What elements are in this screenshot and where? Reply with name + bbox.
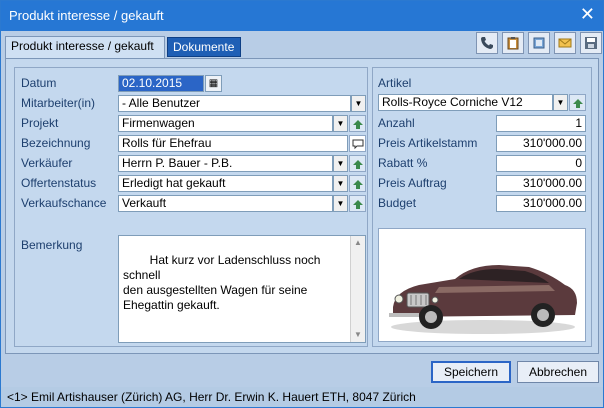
verkaeufer-label: Verkäufer — [21, 156, 73, 170]
cancel-button[interactable]: Abbrechen — [517, 361, 599, 383]
main-panel: Datum 02.10.2015 ▦ Mitarbeiter(in) - All… — [5, 58, 599, 354]
artikel-select[interactable]: Rolls-Royce Corniche V12 — [378, 94, 553, 111]
bemerkung-label: Bemerkung — [21, 238, 83, 252]
scrollbar[interactable]: ▲ ▼ — [350, 236, 365, 342]
goto-arrow-icon[interactable] — [349, 155, 366, 172]
clipboard-icon[interactable] — [502, 32, 524, 54]
mitarbeiter-label: Mitarbeiter(in) — [21, 96, 96, 110]
right-group: Artikel Rolls-Royce Corniche V12 ▼ Anzah… — [372, 67, 592, 347]
anzahl-label: Anzahl — [378, 116, 415, 130]
goto-arrow-icon[interactable] — [349, 115, 366, 132]
bezeichnung-field[interactable]: Rolls für Ehefrau — [118, 135, 348, 152]
offertenstatus-label: Offertenstatus — [21, 176, 97, 190]
rabatt-field[interactable]: 0 — [496, 155, 586, 172]
speech-bubble-icon[interactable] — [349, 135, 366, 152]
mail-icon[interactable] — [554, 32, 576, 54]
goto-arrow-icon[interactable] — [569, 94, 586, 111]
artikel-label: Artikel — [378, 76, 412, 90]
left-group: Datum 02.10.2015 ▦ Mitarbeiter(in) - All… — [14, 67, 368, 347]
dialog-window: Produkt interesse / gekauft ✕ Produkt in… — [0, 0, 604, 408]
preis-artikelstamm-label: Preis Artikelstamm — [378, 136, 478, 150]
bemerkung-text: Hat kurz vor Ladenschluss noch schnell d… — [123, 253, 321, 312]
preis-auftrag-field[interactable]: 310'000.00 — [496, 175, 586, 192]
chevron-down-icon[interactable]: ▼ — [333, 195, 348, 212]
verkaufschance-select[interactable]: Verkauft — [118, 195, 333, 212]
title-bar[interactable]: Produkt interesse / gekauft ✕ — [1, 1, 603, 31]
document-icon[interactable] — [528, 32, 550, 54]
offertenstatus-select[interactable]: Erledigt hat gekauft — [118, 175, 333, 192]
save-disk-icon[interactable] — [580, 32, 602, 54]
status-bar: <1> Emil Artishauser (Zürich) AG, Herr D… — [1, 387, 603, 407]
phone-icon[interactable] — [476, 32, 498, 54]
save-button[interactable]: Speichern — [431, 361, 511, 383]
verkaufschance-label: Verkaufschance — [21, 196, 107, 210]
verkaeufer-select[interactable]: Herrn P. Bauer - P.B. — [118, 155, 333, 172]
tab-dokumente[interactable]: Dokumente — [167, 37, 241, 57]
budget-label: Budget — [378, 196, 417, 210]
bezeichnung-label: Bezeichnung — [21, 136, 91, 150]
budget-field[interactable]: 310'000.00 — [496, 195, 586, 212]
close-icon[interactable]: ✕ — [580, 4, 595, 25]
projekt-label: Projekt — [21, 116, 59, 130]
preis-artikelstamm-field[interactable]: 310'000.00 — [496, 135, 586, 152]
product-image — [378, 228, 586, 342]
datum-label: Datum — [21, 76, 57, 90]
preis-auftrag-label: Preis Auftrag — [378, 176, 447, 190]
car-illustration — [389, 265, 577, 334]
rabatt-label: Rabatt % — [378, 156, 428, 170]
anzahl-field[interactable]: 1 — [496, 115, 586, 132]
bemerkung-textarea[interactable]: Hat kurz vor Ladenschluss noch schnell d… — [118, 235, 366, 343]
projekt-select[interactable]: Firmenwagen — [118, 115, 333, 132]
window-title: Produkt interesse / gekauft — [9, 8, 164, 23]
chevron-down-icon[interactable]: ▼ — [351, 95, 366, 112]
tab-produkt-interesse[interactable]: Produkt interesse / gekauft — [5, 36, 165, 58]
mitarbeiter-select[interactable]: - Alle Benutzer — [118, 95, 351, 112]
goto-arrow-icon[interactable] — [349, 175, 366, 192]
goto-arrow-icon[interactable] — [349, 195, 366, 212]
chevron-down-icon[interactable]: ▼ — [553, 94, 568, 111]
scroll-up-icon[interactable]: ▲ — [351, 236, 365, 250]
scroll-down-icon[interactable]: ▼ — [351, 328, 365, 342]
chevron-down-icon[interactable]: ▼ — [333, 115, 348, 132]
datum-field[interactable]: 02.10.2015 — [118, 75, 204, 92]
chevron-down-icon[interactable]: ▼ — [333, 155, 348, 172]
chevron-down-icon[interactable]: ▼ — [333, 175, 348, 192]
calendar-icon[interactable]: ▦ — [205, 75, 222, 92]
